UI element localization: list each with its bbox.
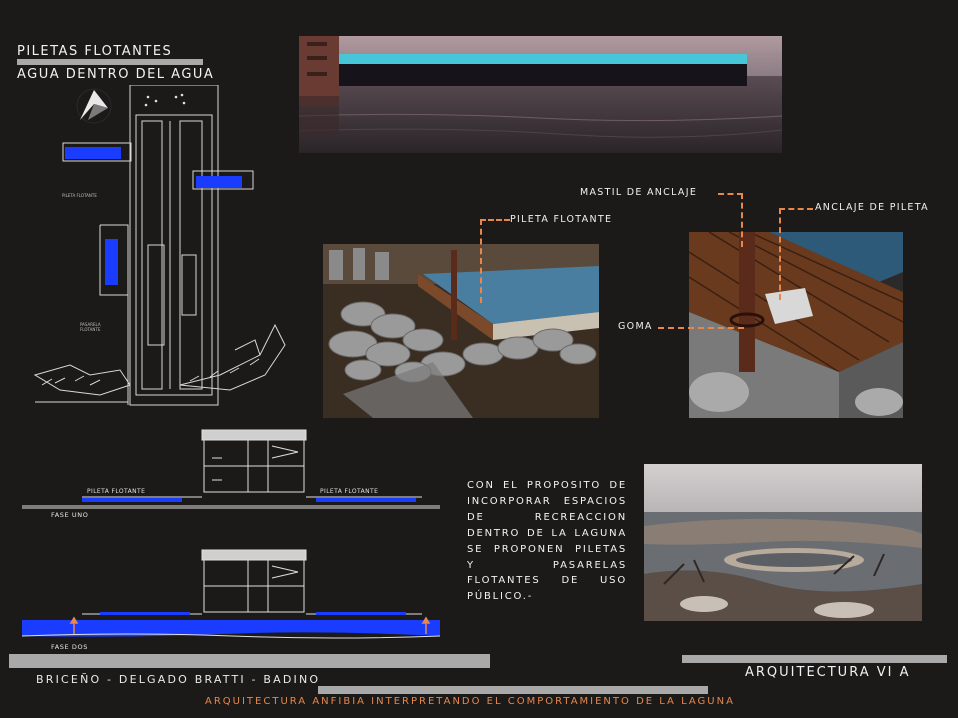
section-label-fase-uno: FASE UNO — [51, 511, 89, 519]
title-underline — [17, 59, 203, 65]
render-floating-pool — [323, 244, 599, 418]
footer-bar-left — [9, 654, 490, 668]
plan-label-pasarela: PASARELA FLOTANTE — [80, 322, 101, 332]
section-label-pileta-left: PILETA FLOTANTE — [87, 488, 146, 495]
site-plan-drawing — [33, 85, 286, 406]
footer-subtitle: ARQUITECTURA ANFIBIA INTERPRETANDO EL CO… — [205, 696, 735, 707]
section-fase-dos — [22, 549, 440, 639]
footer-course: ARQUITECTURA VI A — [745, 665, 911, 680]
section-label-fase-dos: FASE DOS — [51, 643, 88, 651]
footer-bar-right — [682, 655, 947, 663]
leader-mastil — [718, 193, 743, 247]
leader-goma — [658, 327, 744, 329]
footer-authors: BRICEÑO - DELGADO BRATTI - BADINO — [36, 673, 321, 686]
label-anclaje: ANCLAJE DE PILETA — [815, 202, 929, 213]
leader-pileta — [480, 219, 510, 303]
photo-lagoon — [644, 464, 922, 621]
section-label-pileta-right: PILETA FLOTANTE — [320, 488, 379, 495]
label-mastil: MASTIL DE ANCLAJE — [580, 187, 698, 198]
footer-bar-center — [318, 686, 708, 694]
label-goma: GOMA — [618, 321, 653, 332]
page-title: PILETAS FLOTANTES — [17, 44, 173, 59]
photo-floating-pool — [299, 36, 782, 153]
page-subtitle: AGUA DENTRO DEL AGUA — [17, 67, 215, 82]
plan-label-pileta: PILETA FLOTANTE — [62, 193, 97, 198]
section-fase-uno — [22, 429, 440, 509]
label-pileta-flotante: PILETA FLOTANTE — [510, 214, 613, 225]
leader-anclaje — [779, 208, 813, 300]
description-text: CON EL PROPOSITO DE INCORPORAR ESPACIOS … — [467, 480, 627, 603]
